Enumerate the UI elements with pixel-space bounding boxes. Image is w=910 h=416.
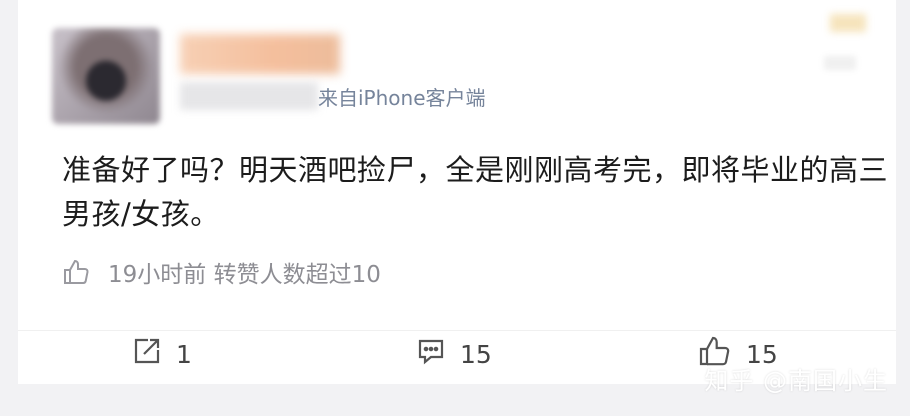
post-source: 来自iPhone客户端: [318, 86, 486, 110]
blurred-username[interactable]: [180, 34, 340, 74]
thumbs-up-icon: [62, 258, 90, 286]
share-count: 1: [176, 339, 192, 369]
post-text: 准备好了吗？明天酒吧捡尸，全是刚刚高考完，即将毕业的高三男孩/女孩。: [62, 153, 889, 231]
post-meta-text: 19小时前 转赞人数超过10: [108, 262, 381, 288]
watermark: 知乎 @南国小生: [704, 367, 888, 395]
post-meta: 19小时前 转赞人数超过10: [62, 254, 381, 290]
blurred-corner-info: [824, 56, 856, 70]
comment-count: 15: [460, 339, 492, 369]
comment-icon: [416, 336, 446, 372]
comment-button[interactable]: 15: [416, 331, 492, 377]
avatar[interactable]: [52, 28, 160, 124]
blurred-corner-badge: [830, 14, 866, 32]
blurred-timestamp: [180, 82, 318, 110]
share-icon: [132, 336, 162, 372]
post-card: 来自iPhone客户端 准备好了吗？明天酒吧捡尸，全是刚刚高考完，即将毕业的高三…: [18, 0, 896, 384]
share-button[interactable]: 1: [132, 331, 192, 377]
